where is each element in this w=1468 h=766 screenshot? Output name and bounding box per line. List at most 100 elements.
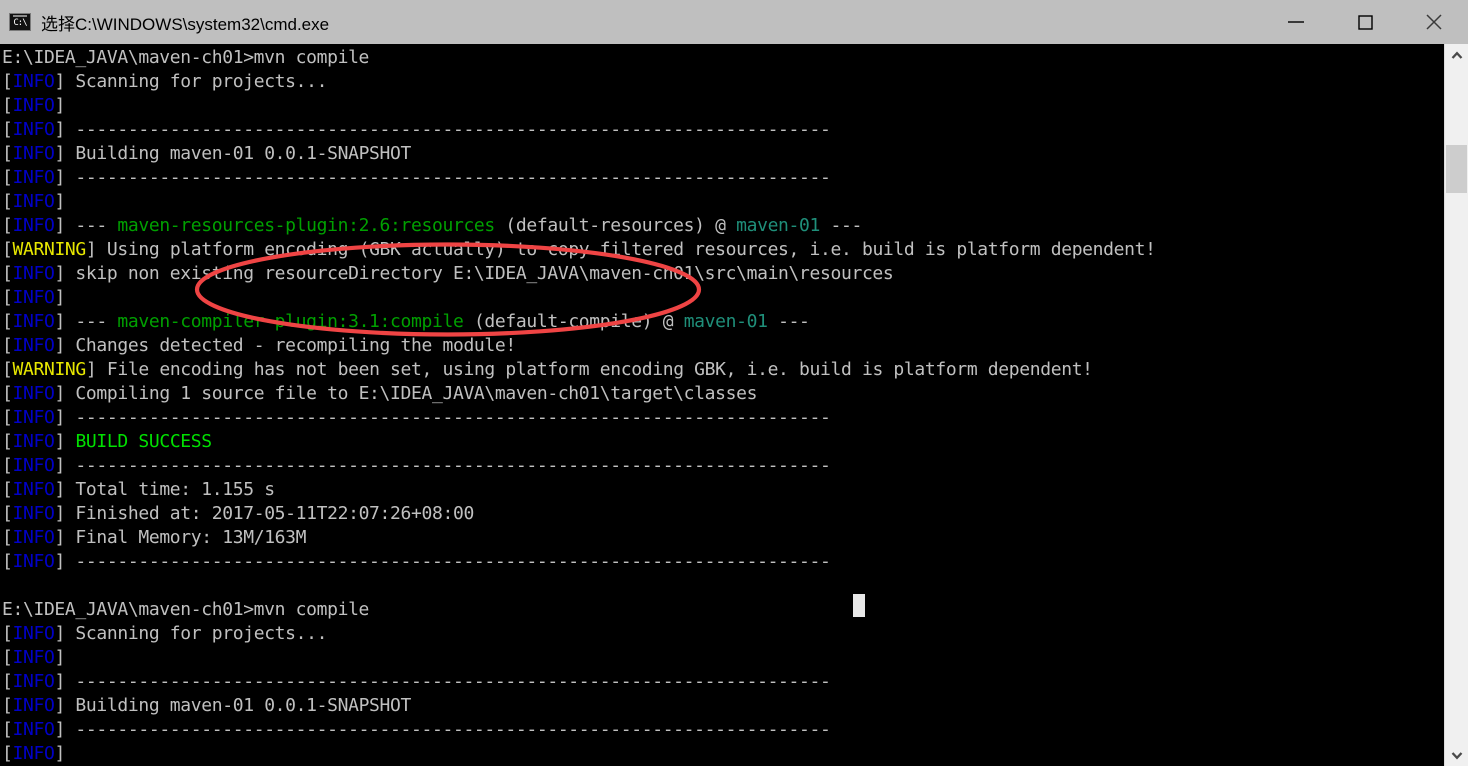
console-text-segment: INFO (12, 647, 55, 668)
console-line: [WARNING] Using platform encoding (GBK a… (2, 238, 1444, 262)
console-text-segment: --- (820, 215, 863, 236)
console-text-segment: [ (2, 143, 13, 164)
console-text-segment: [ (2, 743, 13, 764)
console-text-segment: ] --------------------------------------… (54, 551, 831, 572)
console-line: [INFO] Final Memory: 13M/163M (2, 526, 1444, 550)
console-text-segment: [ (2, 311, 13, 332)
console-line: [INFO] Changes detected - recompiling th… (2, 334, 1444, 358)
console-text-segment: ] Using platform encoding (GBK actually)… (85, 239, 1156, 260)
console-line: E:\IDEA_JAVA\maven-ch01>mvn compile (2, 46, 1444, 70)
title-bar[interactable]: C:\ 选择C:\WINDOWS\system32\cmd.exe (0, 0, 1468, 44)
console-line: [WARNING] File encoding has not been set… (2, 358, 1444, 382)
maximize-button[interactable] (1330, 0, 1399, 44)
console-output-area[interactable]: E:\IDEA_JAVA\maven-ch01>mvn compile [INFO… (0, 44, 1444, 766)
console-text-segment: [ (2, 215, 13, 236)
console-line: [INFO] Total time: 1.155 s (2, 478, 1444, 502)
console-text-segment: INFO (12, 191, 55, 212)
console-text-segment: INFO (12, 551, 55, 572)
cmd-window: C:\ 选择C:\WINDOWS\system32\cmd.exe E:\IDE… (0, 0, 1468, 766)
console-line: [INFO] (2, 286, 1444, 310)
console-text-segment: [ (2, 527, 13, 548)
console-text-segment: ] --- (54, 215, 118, 236)
console-text-segment: INFO (12, 95, 55, 116)
console-text-segment: [ (2, 287, 13, 308)
console-text-segment: INFO (12, 479, 55, 500)
console-text-segment: [ (2, 95, 13, 116)
scroll-up-arrow[interactable] (1445, 44, 1468, 67)
vertical-scrollbar[interactable] (1444, 44, 1468, 766)
console-line: [INFO] Building maven-01 0.0.1-SNAPSHOT (2, 142, 1444, 166)
console-text-segment: maven-01 (683, 311, 768, 332)
scrollbar-track[interactable] (1445, 67, 1468, 743)
console-text-segment: [ (2, 71, 13, 92)
console-text-segment: [ (2, 695, 13, 716)
console-text-segment: (default-compile) @ (463, 311, 684, 332)
console-text-segment: ] Building maven-01 0.0.1-SNAPSHOT (54, 695, 412, 716)
console-text-segment: ] Total time: 1.155 s (54, 479, 275, 500)
console-text-segment: [ (2, 407, 13, 428)
console-text-segment: INFO (12, 719, 55, 740)
console-line: [INFO] ---------------------------------… (2, 166, 1444, 190)
console-text-segment: [ (2, 359, 13, 380)
console-text-segment: ] --------------------------------------… (54, 119, 831, 140)
console-text-segment: BUILD SUCCESS (75, 431, 212, 452)
console-text-segment: E:\IDEA_JAVA\maven-ch01>mvn compile (2, 47, 370, 68)
console-text-segment: [ (2, 119, 13, 140)
console-line: [INFO] --- maven-compiler-plugin:3.1:com… (2, 310, 1444, 334)
scroll-down-arrow[interactable] (1445, 743, 1468, 766)
console-line: [INFO] ---------------------------------… (2, 550, 1444, 574)
console-text-segment: ] --- (54, 311, 118, 332)
console-text-segment: ] (54, 647, 76, 668)
console-text-segment: WARNING (12, 359, 87, 380)
console-text-segment: [ (2, 383, 13, 404)
console-text-segment: maven-compiler-plugin:3.1:compile (117, 311, 464, 332)
console-text-segment: [ (2, 503, 13, 524)
console-text-segment: INFO (12, 383, 55, 404)
console-line: [INFO] (2, 94, 1444, 118)
console-text-segment: INFO (12, 671, 55, 692)
console-text-segment: ] Scanning for projects... (54, 71, 328, 92)
console-text-segment: [ (2, 167, 13, 188)
console-line: [INFO] (2, 742, 1444, 766)
console-text-segment: ] (54, 287, 76, 308)
console-text-segment: INFO (12, 623, 55, 644)
console-text-segment: ] Scanning for projects... (54, 623, 328, 644)
console-text-segment: ] --------------------------------------… (54, 719, 831, 740)
console-text-segment: E:\IDEA_JAVA\maven-ch01>mvn compile (2, 599, 370, 620)
console-text-segment: INFO (12, 143, 55, 164)
console-text-segment: ] (54, 431, 76, 452)
console-text-segment: [ (2, 671, 13, 692)
console-text-segment: INFO (12, 335, 55, 356)
console-text-segment: INFO (12, 527, 55, 548)
console-text-segment: INFO (12, 215, 55, 236)
console-text-segment: ] Final Memory: 13M/163M (54, 527, 307, 548)
minimize-button[interactable] (1261, 0, 1330, 44)
console-line: [INFO] ---------------------------------… (2, 118, 1444, 142)
console-text-segment: ] (54, 191, 76, 212)
scrollbar-thumb[interactable] (1446, 145, 1467, 193)
console-text-segment: ] --------------------------------------… (54, 167, 831, 188)
console-line: [INFO] skip non existing resourceDirecto… (2, 262, 1444, 286)
console-text-segment: WARNING (12, 239, 87, 260)
console-text-segment: INFO (12, 119, 55, 140)
console-text-segment: [ (2, 239, 13, 260)
text-cursor (853, 594, 865, 617)
console-text-segment: ] --------------------------------------… (54, 671, 831, 692)
console-text-segment: ] File encoding has not been set, using … (85, 359, 1093, 380)
console-text-segment: maven-01 (736, 215, 821, 236)
console-text-segment: INFO (12, 311, 55, 332)
close-button[interactable] (1399, 0, 1468, 44)
console-line-list: E:\IDEA_JAVA\maven-ch01>mvn compile [INFO… (2, 46, 1444, 766)
console-line: [INFO] Finished at: 2017-05-11T22:07:26+… (2, 502, 1444, 526)
console-text-segment: INFO (12, 455, 55, 476)
console-text-segment: --- (767, 311, 810, 332)
console-line: E:\IDEA_JAVA\maven-ch01>mvn compile (2, 598, 1444, 622)
console-text-segment: ] (54, 95, 76, 116)
console-text-segment: ] (54, 743, 65, 764)
console-text-segment: INFO (12, 503, 55, 524)
window-controls (1261, 0, 1468, 44)
console-line: [INFO] ---------------------------------… (2, 454, 1444, 478)
cmd-icon: C:\ (9, 13, 31, 31)
console-text-segment: INFO (12, 431, 55, 452)
